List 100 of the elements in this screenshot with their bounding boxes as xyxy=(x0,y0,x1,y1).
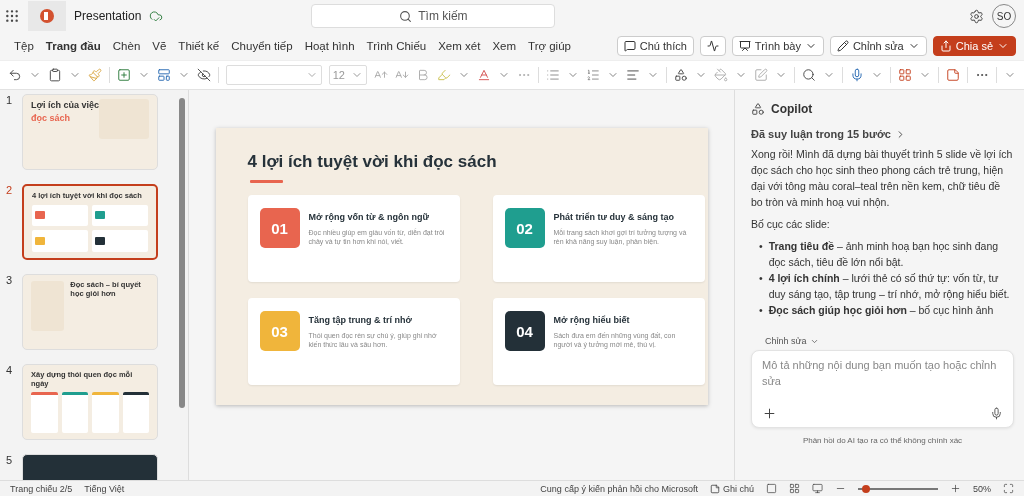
accent-bar xyxy=(249,180,283,183)
comment-icon xyxy=(623,40,636,52)
settings-icon[interactable] xyxy=(969,8,984,24)
mini-card xyxy=(61,392,88,433)
slide-title: 4 lợi ích tuyệt vời khi đọc sách xyxy=(247,152,498,172)
presenter-view-icon[interactable] xyxy=(812,483,823,494)
grid-view-icon[interactable] xyxy=(789,483,800,494)
mini-card xyxy=(92,392,119,433)
mini-card xyxy=(92,204,148,227)
mini-card xyxy=(32,204,88,227)
designer-icon[interactable] xyxy=(898,68,913,82)
language-label[interactable]: Tiếng Việt xyxy=(84,483,125,494)
zoom-in-icon[interactable] xyxy=(950,483,961,494)
undo-icon[interactable] xyxy=(8,68,22,82)
presentation-icon xyxy=(738,40,751,52)
menu-tab[interactable]: Xem xyxy=(486,40,523,52)
menu-tab[interactable]: Xem xét xyxy=(432,40,487,52)
search-icon[interactable] xyxy=(802,68,817,82)
present-button[interactable]: Trình bày xyxy=(731,36,824,56)
microphone-icon[interactable] xyxy=(990,407,1003,420)
menu-tab[interactable]: Trang đầu xyxy=(39,40,107,52)
outline-icon[interactable] xyxy=(754,68,769,82)
slider-thumb[interactable] xyxy=(862,484,870,493)
menu-tab[interactable]: Chuyển tiếp xyxy=(225,40,299,52)
edit-dropdown[interactable]: Chỉnh sửa xyxy=(765,336,1014,346)
comments-button[interactable]: Chú thích xyxy=(616,36,694,56)
slide-counter: Trang chiếu 2/5 xyxy=(10,483,73,494)
number-tile: 01 xyxy=(259,208,300,248)
document-title[interactable]: Presentation xyxy=(74,9,142,23)
font-color-icon[interactable] xyxy=(477,68,492,82)
bullet-marker: • xyxy=(759,239,763,254)
slide-number: 5 xyxy=(6,454,14,468)
shapes-icon[interactable] xyxy=(674,68,689,82)
card-heading: Mở rộng vốn từ & ngôn ngữ xyxy=(308,212,430,222)
reasoning-link[interactable]: Đã suy luận trong 15 bước xyxy=(751,128,1014,140)
notes-button[interactable]: Ghi chú xyxy=(709,483,754,494)
search-icon xyxy=(399,9,413,23)
normal-view-icon[interactable] xyxy=(766,483,777,494)
slide-number: 4 xyxy=(6,364,14,378)
share-icon xyxy=(939,40,952,52)
feedback-link[interactable]: Cung cấp ý kiến phản hồi cho Microsoft xyxy=(540,483,698,494)
app-logo-icon[interactable] xyxy=(28,1,66,31)
slide-number: 1 xyxy=(6,94,14,108)
mini-card xyxy=(31,392,58,433)
number-tile: 02 xyxy=(504,208,545,248)
numbered-list-icon[interactable] xyxy=(586,68,601,82)
message-text: Bố cục các slide: xyxy=(751,217,831,232)
menu-tab[interactable]: Hoạt hình xyxy=(298,40,361,52)
highlighter-icon[interactable] xyxy=(437,68,452,82)
fit-to-window-icon[interactable] xyxy=(1003,483,1014,494)
thumbnail-title: Lợi ích của việc xyxy=(31,101,100,110)
bullet-marker: • xyxy=(759,271,763,286)
zoom-level[interactable]: 50% xyxy=(973,483,991,494)
menu-tab[interactable]: Vẽ xyxy=(146,40,173,52)
menu-tab[interactable]: Chèn xyxy=(106,40,147,52)
pencil-icon xyxy=(836,40,849,52)
menu-tab[interactable]: Thiết kế xyxy=(172,40,226,52)
panel-title: Copilot xyxy=(771,102,813,116)
list-item: 4 lợi ích chính – lưới thẻ có số thứ tự: vốn từ, tư duy sáng tạo, tập trung – trí nhớ, mở rộng hiểu biết. xyxy=(768,271,1011,302)
bullet-marker: • xyxy=(759,303,763,318)
message-text: Xong rồi! Mình đã dựng bài thuyết trình 5 slide về lợi ích đọc sách cho học sinh theo phong cách trẻ trung, hiện đại với tông màu coral–teal trên nền kem, chữ tiêu đề bo tròn và minh hoạ vui nhộn. xyxy=(751,147,1014,210)
bullet-list-icon[interactable] xyxy=(546,68,561,82)
layout-icon[interactable] xyxy=(156,68,171,82)
menu-tab[interactable]: Tệp xyxy=(8,40,40,52)
bold-icon[interactable] xyxy=(416,68,431,82)
clipboard-icon[interactable] xyxy=(48,68,62,82)
card-heading: Tăng tập trung & trí nhớ xyxy=(308,315,413,325)
new-slide-icon[interactable] xyxy=(116,68,131,82)
add-icon[interactable] xyxy=(762,406,777,421)
menu-tab[interactable]: Trợ giúp xyxy=(522,40,577,52)
scrollbar[interactable] xyxy=(179,98,185,408)
mini-card xyxy=(32,230,88,252)
share-button[interactable]: Chia sẻ xyxy=(932,36,1016,56)
activity-button[interactable] xyxy=(699,36,726,56)
activity-icon xyxy=(706,40,719,52)
thumbnail-subtitle: đọc sách xyxy=(31,114,71,123)
list-item: Trang tiêu đề – ảnh minh hoạ bạn học sinh đang đọc sách, tiêu đề lớn nổi bật. xyxy=(768,239,1000,270)
align-icon[interactable] xyxy=(626,68,641,82)
slide-number: 2 xyxy=(6,184,14,198)
app-launcher-icon[interactable] xyxy=(4,8,20,24)
card-heading: Phát triển tư duy & sáng tạo xyxy=(553,212,676,222)
font-field[interactable] xyxy=(225,65,322,85)
editing-mode-button[interactable]: Chỉnh sửa xyxy=(829,36,927,56)
slide-number: 3 xyxy=(6,274,14,288)
microphone-icon[interactable] xyxy=(850,68,865,82)
slide-thumbnail[interactable]: Lợi ích của việc đọc sách xyxy=(22,94,158,170)
zoom-slider[interactable] xyxy=(858,487,938,490)
format-painter-icon[interactable] xyxy=(88,68,102,82)
fill-icon[interactable] xyxy=(714,68,729,82)
list-item: Đọc sách giúp học giỏi hơn – bố cục hình ảnh xyxy=(768,303,994,318)
mini-card xyxy=(122,392,149,433)
card-heading: Mở rộng hiểu biết xyxy=(553,315,631,325)
menu-tab[interactable]: Trình Chiếu xyxy=(360,40,433,52)
hide-slide-icon[interactable] xyxy=(196,68,211,82)
cloud-check-icon[interactable] xyxy=(149,9,164,23)
mini-card xyxy=(92,230,148,252)
search-field[interactable]: Tìm kiếm xyxy=(311,4,556,28)
number-tile: 04 xyxy=(504,311,545,351)
disclaimer-text: Phản hồi do AI tạo ra có thể không chính xác xyxy=(801,436,964,445)
prompt-box[interactable]: Mô tả những nội dung bạn muốn tạo hoặc chỉnh sửa xyxy=(751,350,1014,428)
